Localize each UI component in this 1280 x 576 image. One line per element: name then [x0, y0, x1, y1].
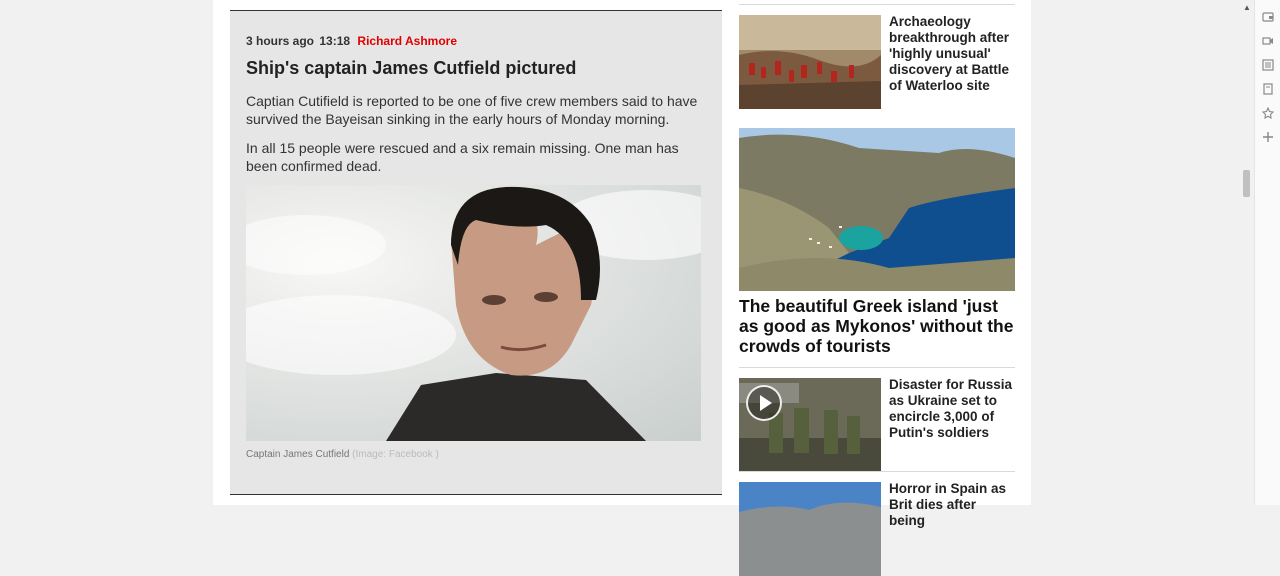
- ukraine-thumbnail[interactable]: [739, 378, 881, 472]
- save-icon[interactable]: [1262, 83, 1274, 95]
- entry-time: 13:18: [319, 34, 351, 48]
- spain-thumbnail[interactable]: [739, 482, 881, 576]
- divider: [739, 367, 1015, 368]
- captain-photo[interactable]: [246, 185, 701, 441]
- entry-title: Ship's captain James Cutfield pictured: [246, 58, 577, 78]
- video-icon[interactable]: [1262, 35, 1274, 47]
- divider: [739, 471, 1015, 472]
- entry-meta: 3 hours ago 13:18 Richard Ashmore: [246, 34, 457, 48]
- author-link[interactable]: Richard Ashmore: [357, 34, 457, 48]
- photo-credit: (Image: Facebook ): [352, 449, 439, 460]
- reader-icon[interactable]: [1262, 59, 1274, 71]
- browser-side-toolbar: [1254, 0, 1280, 505]
- time-ago: 3 hours ago: [246, 34, 315, 48]
- photo-caption: Captain James Cutfield (Image: Facebook …: [246, 449, 439, 460]
- story-link[interactable]: The beautiful Greek island 'just as good…: [739, 296, 1015, 356]
- divider: [739, 4, 1015, 5]
- scroll-thumb[interactable]: [1243, 170, 1250, 197]
- favorite-icon[interactable]: [1262, 107, 1274, 119]
- story-link[interactable]: Archaeology breakthrough after 'highly u…: [889, 14, 1015, 94]
- scroll-up-icon[interactable]: ▲: [1243, 3, 1251, 12]
- story-link[interactable]: Horror in Spain as Brit dies after being: [889, 481, 1015, 529]
- story-link[interactable]: Disaster for Russia as Ukraine set to en…: [889, 377, 1015, 441]
- entry-paragraph: Captian Cutifield is reported to be one …: [246, 93, 698, 127]
- entry-paragraph: In all 15 people were rescued and a six …: [246, 140, 679, 174]
- waterloo-thumbnail[interactable]: [739, 15, 881, 109]
- wallet-icon[interactable]: [1262, 11, 1274, 23]
- add-icon[interactable]: [1262, 131, 1274, 143]
- play-icon[interactable]: [746, 385, 782, 421]
- greek-island-image[interactable]: [739, 128, 1015, 291]
- scrollbar[interactable]: ▲: [1240, 0, 1253, 505]
- caption-text: Captain James Cutfield: [246, 449, 350, 460]
- liveblog-entry: 3 hours ago 13:18 Richard Ashmore Ship's…: [230, 10, 722, 495]
- article-page: 3 hours ago 13:18 Richard Ashmore Ship's…: [213, 0, 1031, 576]
